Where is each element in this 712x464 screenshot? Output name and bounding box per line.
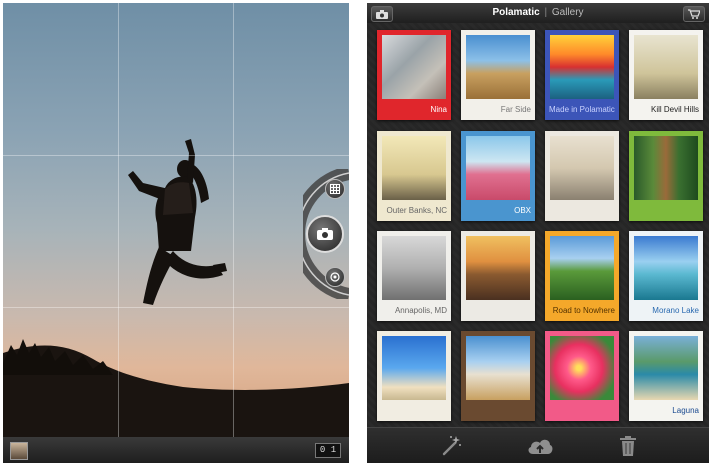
polaroid-photo [382, 336, 446, 400]
last-photo-thumbnail[interactable] [10, 442, 28, 460]
polaroid-item[interactable]: Laguna [629, 331, 703, 421]
polaroid-photo [550, 336, 614, 400]
camera-icon [317, 228, 333, 240]
polaroid-photo [634, 35, 698, 99]
polaroid-photo [382, 136, 446, 200]
gallery-toolbar [367, 427, 709, 463]
cloud-upload-icon [528, 439, 553, 454]
polaroid-item[interactable]: Outer Banks, NC [377, 131, 451, 221]
grid-line [3, 307, 349, 308]
polaroid-item[interactable] [377, 331, 451, 421]
polaroid-item[interactable]: Road to Nowhere [545, 231, 619, 321]
polaroid-grid: Nina Far Side Made in Polamatic™ Kill Devil… [367, 23, 709, 427]
title-separator: | [544, 7, 548, 18]
polaroid-photo [466, 35, 530, 99]
polaroid-item[interactable]: Made in Polamatic™ [545, 30, 619, 120]
camera-screen: 0 1 [3, 3, 349, 463]
polaroid-photo [466, 136, 530, 200]
polaroid-caption: Made in Polamatic™ [549, 105, 615, 114]
polaroid-caption [465, 402, 531, 419]
polaroid-photo [550, 136, 614, 200]
camera-toolbar: 0 1 [3, 437, 349, 463]
polaroid-item[interactable]: Nina [377, 30, 451, 120]
effects-button[interactable] [439, 434, 463, 458]
trash-icon [620, 436, 636, 456]
grid-icon [330, 184, 340, 194]
grid-line [233, 3, 234, 437]
polaroid-caption: Road to Nowhere [552, 306, 615, 315]
polaroid-item[interactable] [545, 331, 619, 421]
polaroid-item[interactable] [629, 131, 703, 221]
polaroid-caption: Nina [430, 105, 447, 114]
delete-button[interactable] [616, 434, 640, 458]
polaroid-photo [466, 336, 530, 400]
viewfinder-photo [3, 139, 349, 437]
polaroid-item[interactable]: Annapolis, MD [377, 231, 451, 321]
polaroid-photo [634, 136, 698, 200]
magic-wand-icon [442, 436, 461, 456]
photo-counter: 0 1 [315, 443, 341, 458]
polaroid-item[interactable] [461, 231, 535, 321]
polaroid-photo [550, 236, 614, 300]
gallery-title: Polamatic | Gallery [367, 3, 709, 23]
polaroid-item[interactable]: Far Side [461, 30, 535, 120]
polaroid-caption: OBX [514, 206, 531, 215]
polaroid-caption: Annapolis, MD [394, 306, 447, 315]
cart-icon [688, 9, 700, 19]
polaroid-item[interactable]: OBX [461, 131, 535, 221]
polaroid-caption [633, 202, 699, 219]
polaroid-item[interactable] [545, 131, 619, 221]
polaroid-photo [382, 236, 446, 300]
polaroid-photo [466, 236, 530, 300]
polaroid-caption [465, 302, 531, 319]
polaroid-photo [550, 35, 614, 99]
polaroid-caption: Morano Lake [652, 306, 699, 315]
viewfinder[interactable] [3, 3, 349, 437]
polaroid-caption: Laguna [672, 406, 699, 415]
switch-camera-button[interactable] [325, 267, 345, 287]
grid-toggle-button[interactable] [325, 179, 345, 199]
polaroid-item[interactable]: Morano Lake [629, 231, 703, 321]
store-button[interactable] [683, 6, 705, 22]
polaroid-caption [549, 202, 615, 219]
gallery-screen: Polamatic | Gallery Nina Far Side Made in … [367, 3, 709, 463]
grid-line [118, 3, 119, 437]
grid-line [3, 155, 349, 156]
section-name: Gallery [551, 7, 584, 18]
gallery-header: Polamatic | Gallery [367, 3, 709, 24]
polaroid-photo [634, 236, 698, 300]
camera-dial [303, 169, 349, 299]
app-name: Polamatic [492, 7, 540, 18]
polaroid-caption: Outer Banks, NC [386, 206, 447, 215]
lens-icon [330, 272, 340, 282]
upload-button[interactable] [526, 434, 554, 458]
polaroid-caption: Far Side [500, 105, 531, 114]
polaroid-item[interactable] [461, 331, 535, 421]
shutter-button[interactable] [306, 215, 344, 253]
polaroid-photo [634, 336, 698, 400]
polaroid-caption [549, 402, 615, 419]
polaroid-caption: Kill Devil Hills [650, 105, 699, 114]
polaroid-caption [381, 402, 447, 419]
polaroid-photo [382, 35, 446, 99]
polaroid-item[interactable]: Kill Devil Hills [629, 30, 703, 120]
